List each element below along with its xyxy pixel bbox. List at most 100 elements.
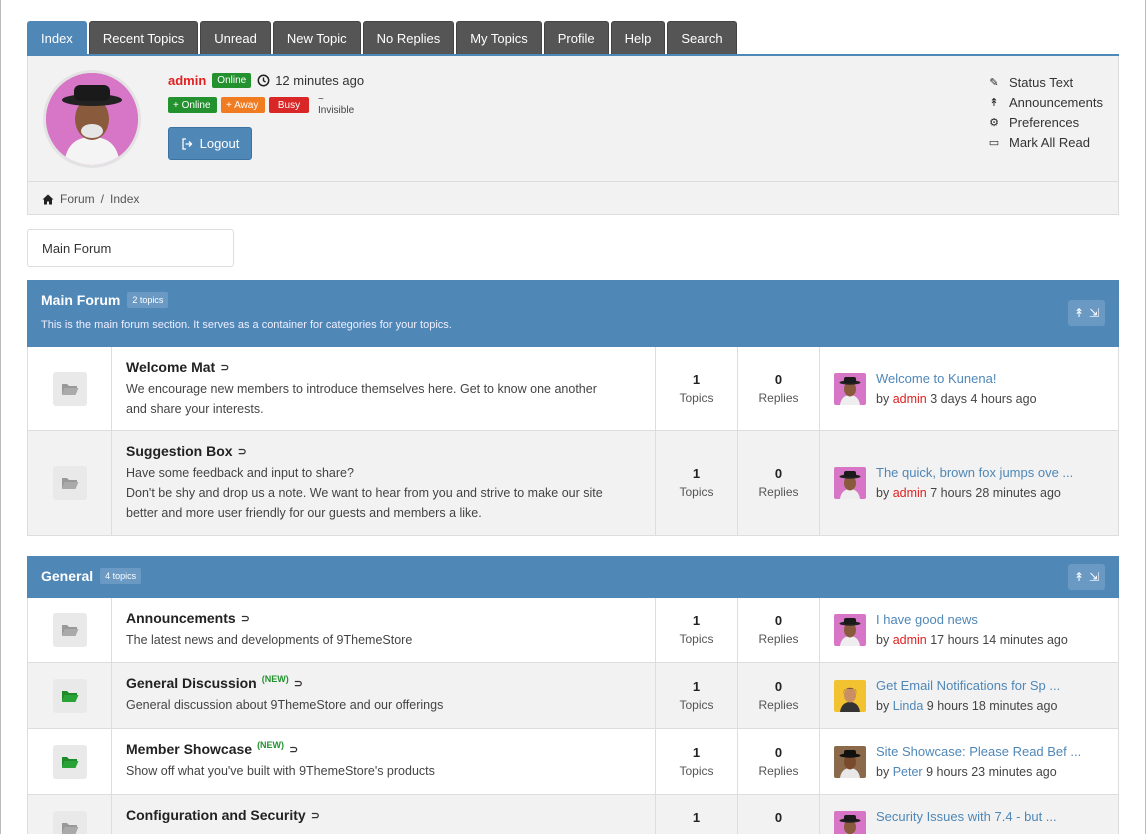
last-post-info: The quick, brown fox jumps ove ... by ad… [876, 463, 1073, 503]
tab-my-topics[interactable]: My Topics [456, 21, 542, 55]
forum-description-line: The latest news and developments of 9The… [126, 633, 413, 647]
last-poster-avatar[interactable] [834, 372, 866, 405]
by-prefix: by [876, 764, 890, 779]
breadcrumb-forum[interactable]: Forum [60, 192, 95, 206]
last-poster-name[interactable]: admin [893, 633, 927, 647]
tab-recent-topics[interactable]: Recent Topics [88, 21, 199, 55]
category-description: This is the main forum section. It serve… [41, 319, 452, 331]
folder-icon[interactable] [52, 371, 87, 406]
tab-profile[interactable]: Profile [543, 21, 609, 55]
last-poster-avatar[interactable] [834, 614, 866, 646]
category-title[interactable]: Main Forum [41, 292, 120, 308]
menu-mark-all-read[interactable]: ▭ Mark All Read [988, 132, 1103, 152]
user-avatar[interactable] [43, 70, 141, 168]
folder-icon[interactable] [52, 613, 87, 647]
forum-title[interactable]: Suggestion Box [126, 443, 233, 459]
forum-row: Configuration and Security ⊃ 1 0 Securit… [27, 795, 1119, 834]
panel-divider [28, 181, 1118, 182]
forum-description-line: Show off what you've built with 9ThemeSt… [126, 764, 435, 778]
new-badge: (NEW) [257, 740, 285, 750]
rss-icon[interactable]: ⊃ [241, 612, 250, 625]
rss-icon[interactable]: ⊃ [289, 743, 298, 756]
forum-title[interactable]: Announcements [126, 610, 236, 626]
forum-icon-cell [28, 598, 112, 662]
breadcrumb-index[interactable]: Index [110, 192, 139, 206]
tab-index[interactable]: Index [27, 21, 87, 55]
forum-row: Welcome Mat ⊃ We encourage new members t… [27, 347, 1119, 431]
last-topic-link[interactable]: I have good news [876, 610, 1068, 630]
last-poster-name[interactable]: Linda [893, 699, 924, 713]
status-busy-button[interactable]: Busy [269, 97, 309, 113]
tab-search[interactable]: Search [667, 21, 737, 55]
category-topic-count: 4 topics [100, 568, 142, 584]
last-topic-link[interactable]: Site Showcase: Please Read Bef ... [876, 742, 1081, 762]
tab-new-topic[interactable]: New Topic [272, 21, 361, 55]
tab-help[interactable]: Help [610, 21, 666, 55]
forum-select-value: Main Forum [42, 240, 112, 256]
menu-announcements[interactable]: ↟ Announcements [988, 92, 1103, 112]
forum-title[interactable]: Member Showcase [126, 741, 252, 757]
logout-button[interactable]: Logout [168, 127, 252, 160]
tab-no-replies[interactable]: No Replies [362, 21, 455, 55]
last-poster-name[interactable]: admin [893, 486, 927, 500]
last-post-meta: by Peter 9 hours 23 minutes ago [876, 762, 1081, 782]
last-poster-name[interactable]: admin [893, 392, 927, 406]
last-poster-avatar[interactable] [834, 811, 866, 834]
replies-count-cell: 0 Replies [738, 431, 820, 535]
category-general: General 4 topics ↟ ⇲ Announcements ⊃ The … [27, 556, 1119, 834]
last-post-meta: by admin 17 hours 14 minutes ago [876, 630, 1068, 650]
rss-icon[interactable]: ⊃ [311, 809, 320, 822]
status-away-button[interactable]: + Away [221, 97, 265, 113]
last-post-meta: by Linda 9 hours 18 minutes ago [876, 696, 1060, 716]
last-poster-avatar[interactable] [834, 745, 866, 778]
last-topic-link[interactable]: The quick, brown fox jumps ove ... [876, 463, 1073, 483]
topics-count-cell: 1 Topics [656, 598, 738, 662]
rss-icon[interactable]: ⊃ [294, 677, 303, 690]
forum-title-line: General Discussion (NEW) ⊃ [126, 674, 641, 691]
online-badge: Online [212, 73, 252, 88]
forum-row: Member Showcase (NEW) ⊃ Show off what yo… [27, 729, 1119, 795]
topics-count-cell: 1 Topics [656, 431, 738, 535]
folder-icon[interactable] [52, 466, 87, 500]
profile-panel: admin Online 12 minutes ago + Online + A… [27, 56, 1119, 215]
last-post-cell: Security Issues with 7.4 - but ... [820, 795, 1118, 834]
last-seen-text: 12 minutes ago [275, 73, 365, 88]
replies-label: Replies [758, 763, 799, 778]
status-online-button[interactable]: + Online [168, 97, 217, 113]
collapse-category-button[interactable]: ↟ ⇲ [1068, 300, 1105, 326]
forum-info: Welcome Mat ⊃ We encourage new members t… [112, 347, 656, 430]
tab-unread[interactable]: Unread [200, 21, 271, 55]
menu-preferences[interactable]: ⚙ Preferences [988, 112, 1103, 132]
username[interactable]: admin [168, 73, 206, 88]
menu-preferences-label: Preferences [1009, 114, 1080, 130]
forum-icon-cell [28, 347, 112, 430]
forum-select[interactable]: Main Forum [27, 229, 234, 267]
status-invisible-button[interactable]: ~ Invisible [313, 94, 363, 116]
topics-count-cell: 1 Topics [656, 347, 738, 430]
forum-title[interactable]: Welcome Mat [126, 359, 215, 375]
forum-title[interactable]: Configuration and Security [126, 807, 306, 823]
folder-icon[interactable] [52, 811, 87, 834]
menu-status-text[interactable]: ✎ Status Text [988, 72, 1103, 92]
forum-info: Suggestion Box ⊃ Have some feedback and … [112, 431, 656, 535]
forum-info: General Discussion (NEW) ⊃ General discu… [112, 663, 656, 728]
category-title[interactable]: General [41, 568, 93, 584]
topics-count: 1 [692, 678, 701, 694]
last-poster-avatar[interactable] [834, 679, 866, 712]
folder-open-new-icon[interactable] [52, 678, 87, 713]
last-poster-avatar[interactable] [834, 467, 866, 499]
rss-icon[interactable]: ⊃ [220, 361, 229, 374]
forum-title[interactable]: General Discussion [126, 675, 257, 691]
replies-label: Replies [758, 697, 799, 712]
last-poster-name[interactable]: Peter [893, 765, 923, 779]
last-topic-link[interactable]: Welcome to Kunena! [876, 369, 1037, 389]
last-topic-link[interactable]: Security Issues with 7.4 - but ... [876, 807, 1057, 827]
collapse-category-button[interactable]: ↟ ⇲ [1068, 564, 1105, 590]
rss-icon[interactable]: ⊃ [238, 445, 247, 458]
last-topic-link[interactable]: Get Email Notifications for Sp ... [876, 676, 1060, 696]
category-title-line: General 4 topics [41, 568, 142, 584]
folder-open-new-icon[interactable] [52, 744, 87, 779]
replies-count: 0 [774, 466, 783, 481]
topics-label: Topics [679, 763, 714, 778]
replies-count: 0 [774, 678, 783, 694]
